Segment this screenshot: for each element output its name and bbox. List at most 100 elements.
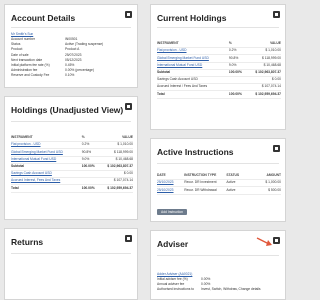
value-cell: $ 118,999.00 — [98, 148, 133, 157]
detail-label: Date of sale — [11, 52, 29, 57]
instrument-link[interactable]: Flat provision - USD — [11, 141, 82, 150]
instruction-type: Recur. DR Withdrawal — [184, 186, 227, 195]
detail-value: 0.10% — [65, 73, 75, 78]
percent-cell: 90.8% — [228, 54, 247, 63]
extra-value: $ 0.00 — [98, 170, 133, 179]
expand-icon[interactable] — [273, 145, 280, 152]
adviser-detail-value: Invest, Switch, Withdraw, Change details — [201, 287, 261, 292]
table-row: 25/10/2023 Recur. DR Investment Active $… — [157, 179, 281, 188]
adviser-link[interactable]: Adder Adviser (AA0021) — [157, 272, 192, 276]
detail-row: Initial platform fee rate (%) 0.45% — [11, 63, 131, 68]
expand-icon[interactable] — [273, 11, 280, 18]
detail-value: 05/12/2023 — [65, 57, 82, 62]
percent-cell: 90.8% — [81, 148, 99, 157]
expand-icon[interactable] — [125, 103, 132, 110]
current-holdings-panel: Current Holdings INSTRUMENT % VALUE Flat… — [150, 4, 286, 130]
table-row: International Mutual Fund USD 9.0% $ 10,… — [11, 156, 133, 164]
value-cell: $ 10,468.68 — [98, 156, 133, 164]
table-row: International Mutual Fund USD 9.0% $ 10,… — [157, 62, 281, 70]
detail-label: Status — [11, 42, 21, 47]
detail-value: 25/07/2023 — [65, 52, 82, 57]
total-percent: 100.00% — [228, 90, 247, 99]
instrument-link[interactable]: Flat provision - USD — [157, 47, 229, 56]
subtotal-percent: 100.00% — [228, 69, 247, 77]
extra-value: $ 0.00 — [246, 76, 281, 85]
detail-label: Administration fee — [11, 68, 38, 73]
expand-icon[interactable] — [125, 11, 132, 18]
col-value: VALUE — [246, 41, 281, 49]
adviser-detail-label: Annual adviser fee — [157, 282, 185, 287]
instruction-date-link[interactable]: 25/10/2023 — [157, 179, 185, 188]
extra-link[interactable]: Savings Cash Account USD — [11, 170, 82, 179]
col-instruction-type: INSTRUCTION TYPE — [184, 173, 227, 181]
col-value: VALUE — [98, 135, 133, 143]
detail-label: Account number — [11, 37, 36, 41]
detail-value: Product A — [65, 47, 80, 52]
holdings-unadjusted-table: INSTRUMENT % VALUE Flat provision - USD … — [11, 135, 133, 193]
detail-row: Next transaction date 05/12/2023 — [11, 58, 131, 63]
instruction-amount: $ 500.00 — [248, 186, 281, 195]
subtotal-value: $ 102,963,807.37 — [246, 69, 281, 77]
expand-icon[interactable] — [125, 235, 132, 242]
detail-row: Administration fee 0.00% (percentage) — [11, 68, 131, 73]
col-percent: % — [228, 41, 247, 49]
total-row: Total 100.00% $ 102,959,694.37 — [157, 90, 281, 99]
account-details-title: Account Details — [11, 13, 76, 23]
value-cell: $ 10,468.68 — [246, 62, 281, 70]
expand-icon[interactable] — [273, 237, 280, 244]
value-cell: $ 1,010.00 — [246, 47, 281, 56]
adviser-panel: Adviser Adder Adviser (AA0021) Initial a… — [150, 230, 286, 300]
detail-value: Active (Trading suspense) — [65, 42, 104, 47]
total-value: $ 102,959,694.37 — [98, 184, 133, 193]
value-cell: $ 118,999.00 — [246, 54, 281, 63]
detail-label: Next transaction date — [11, 57, 43, 62]
detail-row: Product Product A — [11, 47, 131, 52]
table-row: Accrued Interest / Fees And Taxes $ 107,… — [157, 83, 281, 92]
percent-cell: 0.2% — [228, 47, 247, 56]
instruction-date-link[interactable]: 25/10/2023 — [157, 186, 185, 195]
instrument-link[interactable]: International Mutual Fund USD — [11, 156, 82, 164]
active-instructions-title: Active Instructions — [157, 147, 234, 157]
col-status: STATUS — [226, 173, 249, 181]
detail-row: Reserve and Custody Fee 0.10% — [11, 73, 131, 78]
instrument-link[interactable]: Global Emerging Market Fund USD — [157, 54, 229, 63]
subtotal-label: Subtotal — [157, 69, 229, 77]
account-holder-link[interactable]: Mr Smith's Sun — [11, 32, 33, 36]
instrument-link[interactable]: Global Emerging Market Fund USD — [11, 148, 82, 157]
extra-value: $ 107,074.14 — [98, 177, 133, 186]
col-amount: AMOUNT — [248, 173, 281, 181]
table-row: Flat provision - USD 0.2% $ 1,010.00 — [11, 141, 133, 150]
table-row: Flat provision - USD 0.2% $ 1,010.00 — [157, 47, 281, 56]
returns-title: Returns — [11, 237, 44, 247]
detail-row: Date of sale 25/07/2023 — [11, 53, 131, 58]
active-instructions-table: DATE INSTRUCTION TYPE STATUS AMOUNT 25/1… — [157, 173, 281, 195]
instruction-amount: $ 1,000.00 — [248, 179, 281, 188]
detail-value: IN00501 — [65, 37, 78, 41]
subtotal-label: Subtotal — [11, 163, 82, 171]
extra-label: Accrued Interest / Fees And Taxes — [157, 83, 229, 92]
col-date: DATE — [157, 173, 185, 181]
account-details-panel: Account Details Mr Smith's Sun Account n… — [4, 4, 138, 88]
extra-link[interactable]: Accrued Interest, Fees And Taxes — [11, 177, 82, 186]
adviser-detail-row: Initial adviser fee (%) 0.00% — [157, 277, 277, 282]
subtotal-row: Subtotal 100.00% $ 102,963,807.37 — [11, 163, 133, 171]
adviser-detail-row: Authorised instructions to Invest, Switch… — [157, 287, 277, 292]
total-row: Total 100.00% $ 102,959,694.37 — [11, 184, 133, 193]
adviser-detail-label: Authorised instructions to — [157, 287, 195, 292]
current-holdings-title: Current Holdings — [157, 13, 227, 23]
add-instruction-button[interactable]: Add Instruction — [157, 209, 187, 215]
extra-value: $ 107,074.14 — [246, 83, 281, 92]
holdings-unadjusted-panel: Holdings (Unadjusted View) INSTRUMENT % … — [4, 96, 138, 220]
adviser-detail-value: 0.00% — [201, 277, 211, 281]
subtotal-row: Subtotal 100.00% $ 102,963,807.37 — [157, 69, 281, 77]
total-value: $ 102,959,694.37 — [246, 90, 281, 99]
adviser-detail-label: Initial adviser fee (%) — [157, 277, 188, 281]
instruction-status: Active — [226, 179, 249, 188]
adviser-detail-value: 0.00% — [201, 282, 211, 287]
instruction-type: Recur. DR Investment — [184, 179, 227, 188]
percent-cell: 9.0% — [81, 156, 99, 164]
adviser-detail-row: Annual adviser fee 0.00% — [157, 282, 277, 287]
percent-cell: 0.2% — [81, 141, 99, 150]
subtotal-value: $ 102,963,807.37 — [98, 163, 133, 171]
instrument-link[interactable]: International Mutual Fund USD — [157, 62, 229, 70]
